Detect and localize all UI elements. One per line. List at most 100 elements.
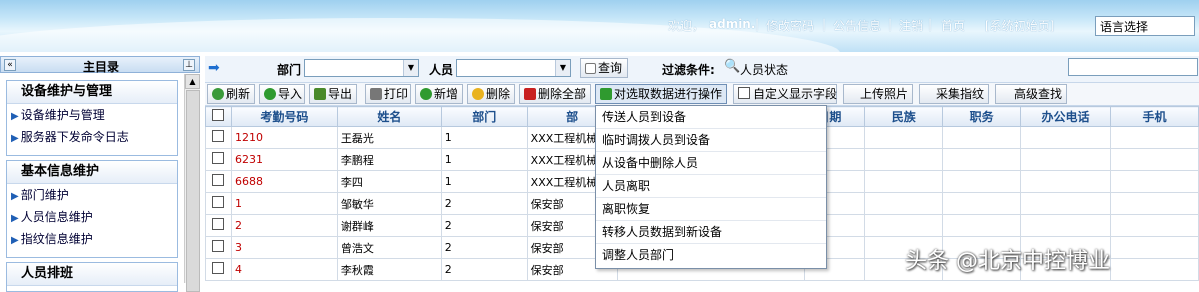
checkbox-icon[interactable] <box>212 174 225 186</box>
col-header[interactable]: 办公电话 <box>1020 106 1112 127</box>
cell-id: 4 <box>230 258 338 281</box>
checkbox-icon[interactable] <box>212 218 225 230</box>
sidebar-scrollbar[interactable]: ▲ <box>184 74 200 292</box>
menu-item-resign[interactable]: 人员离职 <box>596 175 826 198</box>
chevron-down-icon[interactable]: ▼ <box>403 60 418 76</box>
question-icon <box>585 63 596 74</box>
scroll-thumb[interactable] <box>186 90 200 292</box>
delete-all-button[interactable]: 删除全部 <box>519 84 591 104</box>
person-combo[interactable]: ▼ <box>456 59 571 77</box>
menu-item-migrate-device[interactable]: 转移人员数据到新设备 <box>596 221 826 244</box>
advanced-search-button[interactable]: 高级查找 <box>995 84 1067 104</box>
init-page-link[interactable]: [系统初始页] <box>985 17 1054 34</box>
col-header[interactable]: 职务 <box>942 106 1022 127</box>
triangle-icon: ▶ <box>11 235 19 246</box>
export-button[interactable]: 导出 <box>309 84 357 104</box>
checkbox-icon[interactable] <box>212 130 225 142</box>
cell-name: 邹敏华 <box>336 192 442 215</box>
cell-id: 1210 <box>230 126 338 149</box>
separator: | <box>928 17 933 31</box>
dept-label: 部门 <box>277 63 302 77</box>
cell-id: 1 <box>230 192 338 215</box>
query-button[interactable]: 查询 <box>580 58 628 78</box>
menu-item-change-dept[interactable]: 调整人员部门 <box>596 244 826 266</box>
username: admin. <box>709 17 756 31</box>
change-password-link[interactable]: 修改密码 <box>766 17 814 34</box>
cell-name: 曾浩文 <box>336 236 442 259</box>
cell-id: 6231 <box>230 148 338 171</box>
sidebar-item-device-mgmt[interactable]: ▶ 设备维护与管理 <box>7 104 177 126</box>
cell-name: 李四 <box>336 170 442 193</box>
print-button[interactable]: 打印 <box>365 84 411 104</box>
cell-dept-no: 2 <box>440 192 528 215</box>
pin-icon[interactable]: ⊥ <box>183 59 195 71</box>
checkbox-icon[interactable] <box>212 196 225 208</box>
arrow-right-icon: ➡ <box>208 60 220 76</box>
filter-bar: ➡ 部门 ▼ 人员 ▼ 查询 过滤条件: 🔍 人员状态 <box>205 56 1199 83</box>
chevron-down-icon[interactable]: ▼ <box>555 60 570 76</box>
plus-icon <box>420 88 432 100</box>
col-header[interactable]: 手机 <box>1110 106 1199 127</box>
sidebar-group-title[interactable]: 设备维护与管理 <box>7 81 177 104</box>
checkbox-icon[interactable] <box>212 109 225 121</box>
app-header: 欢迎， admin. | 修改密码 | 公告信息 | 注销 | 首页 [系统初始… <box>0 0 1199 52</box>
menu-item-restore[interactable]: 离职恢复 <box>596 198 826 221</box>
filter-label: 过滤条件: <box>662 63 715 77</box>
checkbox-icon[interactable] <box>212 240 225 252</box>
cell-dept-no: 1 <box>440 170 528 193</box>
collect-fingerprint-button[interactable]: 采集指纹 <box>919 84 989 104</box>
cell-id: 6688 <box>230 170 338 193</box>
cell-name: 李秋霞 <box>336 258 442 281</box>
operate-icon <box>600 88 612 100</box>
scroll-up-icon[interactable]: ▲ <box>185 74 200 89</box>
sidebar-title-bar: « 主目录 ⊥ <box>0 56 200 74</box>
dept-combo[interactable]: ▼ <box>304 59 419 77</box>
operate-dropdown-menu: 传送人员到设备 临时调拨人员到设备 从设备中删除人员 人员离职 离职恢复 转移人… <box>595 105 827 269</box>
sidebar-item-server-log[interactable]: ▶ 服务器下发命令日志 <box>7 126 177 148</box>
delete-all-icon <box>524 88 536 100</box>
search-input[interactable] <box>1068 58 1198 76</box>
col-header[interactable]: 部门 <box>440 106 528 127</box>
add-button[interactable]: 新增 <box>415 84 463 104</box>
col-header[interactable]: 姓名 <box>336 106 442 127</box>
home-link[interactable]: 首页 <box>941 17 965 34</box>
language-select[interactable]: 语言选择 <box>1095 16 1195 36</box>
cell-dept-no: 1 <box>440 148 528 171</box>
upload-photo-button[interactable]: 上传照片 <box>843 84 913 104</box>
plus-icon <box>264 88 276 100</box>
import-button[interactable]: 导入 <box>259 84 305 104</box>
sidebar-item-fingerprint[interactable]: ▶ 指纹信息维护 <box>7 228 177 250</box>
cell-dept-no: 2 <box>440 214 528 237</box>
menu-item-temp-transfer[interactable]: 临时调拨人员到设备 <box>596 129 826 152</box>
status-filter-link[interactable]: 人员状态 <box>740 61 788 78</box>
logout-link[interactable]: 注销 <box>899 17 923 34</box>
welcome-text: 欢迎， <box>668 19 705 33</box>
col-header[interactable]: 考勤号码 <box>230 106 338 127</box>
custom-fields-button[interactable]: 自定义显示字段 <box>733 84 837 104</box>
sidebar-group-basic: 基本信息维护 ▶ 部门维护 ▶ 人员信息维护 ▶ 指纹信息维护 <box>6 160 178 258</box>
refresh-icon <box>212 88 224 100</box>
col-header[interactable]: 民族 <box>864 106 944 127</box>
cell-name: 李鹏程 <box>336 148 442 171</box>
person-label: 人员 <box>429 63 454 77</box>
header-links: 欢迎， admin. | 修改密码 | 公告信息 | 注销 | 首页 [系统初始… <box>0 0 1199 52</box>
toolbar: 刷新 导入 导出 打印 新增 删除 删除全部 对选取数据进行操作 自定义显示字段… <box>205 83 1199 106</box>
checkbox-icon[interactable] <box>212 262 225 274</box>
checkbox-icon <box>738 87 750 99</box>
notice-link[interactable]: 公告信息 <box>833 17 881 34</box>
menu-item-send-to-device[interactable]: 传送人员到设备 <box>596 106 826 129</box>
sidebar-item-person[interactable]: ▶ 人员信息维护 <box>7 206 177 228</box>
triangle-icon: ▶ <box>11 133 19 144</box>
cell-id: 2 <box>230 214 338 237</box>
triangle-icon: ▶ <box>11 213 19 224</box>
operate-selected-button[interactable]: 对选取数据进行操作 <box>595 84 727 104</box>
sidebar: « 主目录 ⊥ 设备维护与管理 ▶ 设备维护与管理 ▶ 服务器下发命令日志 基本信息… <box>0 56 200 292</box>
delete-button[interactable]: 删除 <box>467 84 515 104</box>
select-all-cell[interactable] <box>205 106 232 127</box>
refresh-button[interactable]: 刷新 <box>207 84 255 104</box>
sidebar-group-title[interactable]: 基本信息维护 <box>7 161 177 184</box>
sidebar-title: 主目录 <box>82 60 119 74</box>
checkbox-icon[interactable] <box>212 152 225 164</box>
menu-item-delete-from-device[interactable]: 从设备中删除人员 <box>596 152 826 175</box>
sidebar-item-dept[interactable]: ▶ 部门维护 <box>7 184 177 206</box>
